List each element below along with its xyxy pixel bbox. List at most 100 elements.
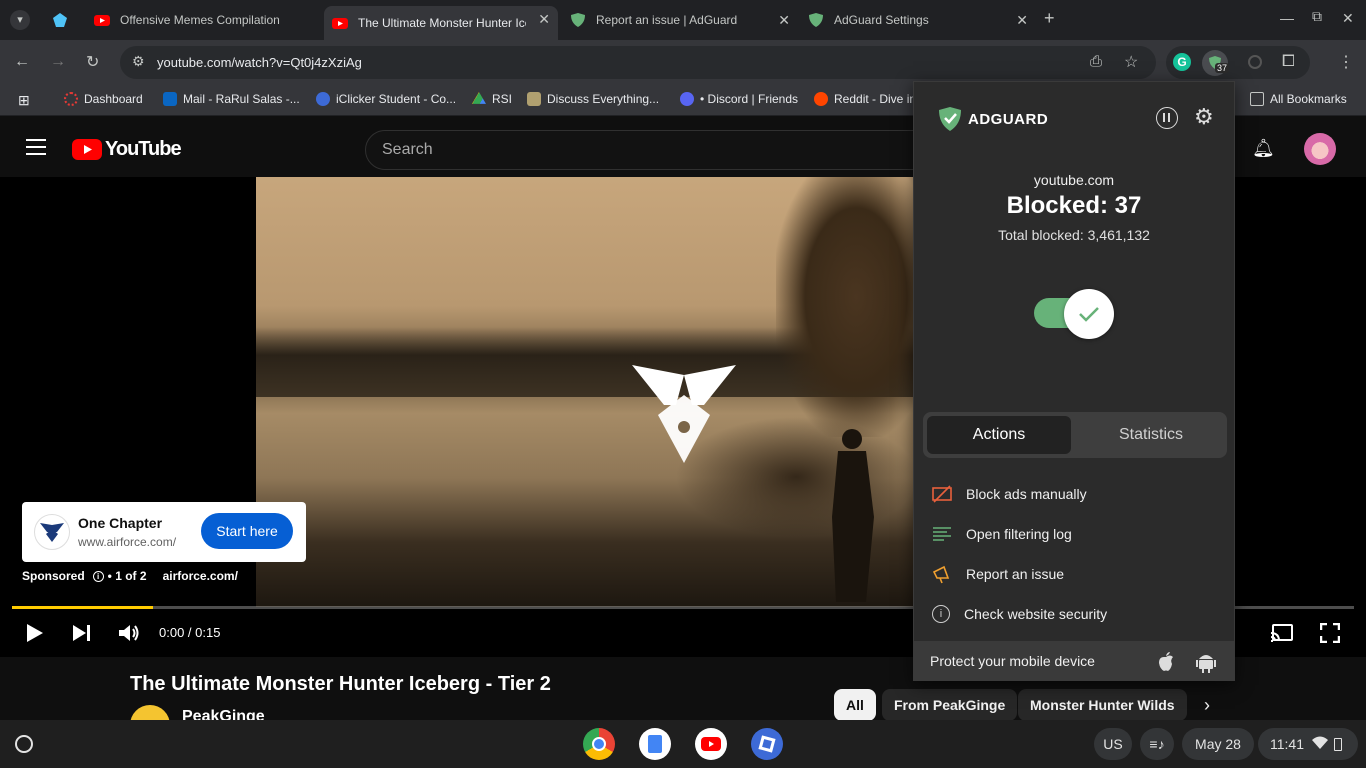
pinned-tab-icon[interactable] — [52, 12, 68, 28]
apple-icon[interactable] — [1156, 651, 1176, 678]
check-security-button[interactable]: i Check website security — [932, 602, 1107, 626]
all-bookmarks[interactable]: All Bookmarks — [1250, 92, 1347, 106]
person-silhouette — [832, 429, 874, 602]
date-pill[interactable]: May 28 — [1182, 728, 1254, 760]
bookmark-iclicker[interactable]: iClicker Student - Co... — [316, 92, 456, 106]
chrome-menu-icon[interactable]: ⋮ — [1338, 52, 1354, 72]
filtering-log-icon — [932, 524, 952, 544]
apps-grid-icon[interactable]: ⊞ — [18, 92, 30, 109]
input-method-pill[interactable]: US — [1094, 728, 1132, 760]
tab-title: The Ultimate Monster Hunter Iceberg — [358, 16, 526, 30]
minimize-icon[interactable]: — — [1280, 10, 1294, 26]
tab-report-issue[interactable]: Report an issue | AdGuard ✕ — [562, 6, 798, 34]
blocked-badge: 37 — [1215, 63, 1230, 73]
folder-icon — [1250, 92, 1264, 106]
youtube-logo[interactable]: YouTube — [72, 138, 182, 161]
chrome-app-icon[interactable] — [583, 728, 615, 760]
ad-url: www.airforce.com/ — [78, 535, 177, 549]
tab-strip: ▾ Offensive Memes Compilation The Ultima… — [0, 0, 1366, 40]
start-here-button[interactable]: Start here — [201, 513, 293, 549]
settings-gear-icon[interactable]: ⚙ — [1194, 104, 1214, 130]
ad-info-icon[interactable]: i — [92, 570, 104, 582]
reload-icon[interactable]: ↻ — [86, 52, 99, 72]
system-shelf: US ≡♪ May 28 11:41 — [0, 720, 1366, 768]
tab-offensive-memes[interactable]: Offensive Memes Compilation — [86, 6, 322, 34]
bookmark-reddit[interactable]: Reddit - Dive in — [814, 92, 916, 106]
tab-monster-hunter[interactable]: The Ultimate Monster Hunter Iceberg ✕ — [324, 6, 558, 40]
megaphone-icon — [932, 564, 952, 584]
chevron-right-icon[interactable]: › — [1204, 695, 1210, 716]
bookmark-star-icon[interactable]: ☆ — [1124, 52, 1138, 72]
tab-search-icon[interactable]: ▾ — [10, 10, 30, 30]
ad-domain-link[interactable]: airforce.com/ — [163, 569, 238, 583]
notifications-bell-icon[interactable]: 🔔︎ — [1252, 138, 1275, 159]
volume-icon[interactable] — [118, 623, 140, 648]
launcher-icon[interactable] — [15, 735, 33, 753]
close-tab-icon[interactable]: ✕ — [538, 11, 550, 28]
search-input[interactable]: Search — [365, 130, 925, 170]
address-bar[interactable]: ⚙ youtube.com/watch?v=Qt0j4zXziAg ⎙ ☆ — [120, 46, 1156, 79]
bookmark-dashboard[interactable]: Dashboard — [64, 92, 143, 106]
tree-silhouette — [776, 177, 916, 437]
close-window-icon[interactable]: ✕ — [1342, 10, 1354, 27]
chip-all[interactable]: All — [834, 689, 876, 721]
bookmark-mail[interactable]: Mail - RaRul Salas -... — [163, 92, 300, 106]
hamburger-menu-icon[interactable] — [26, 139, 46, 155]
bookmark-discord[interactable]: • Discord | Friends — [680, 92, 798, 106]
tab-title: AdGuard Settings — [834, 13, 929, 27]
tab-adguard-settings[interactable]: AdGuard Settings ✕ — [800, 6, 1036, 34]
docs-app-icon[interactable] — [639, 728, 671, 760]
forward-icon[interactable]: → — [50, 53, 66, 71]
android-icon[interactable] — [1196, 651, 1216, 678]
ad-card[interactable]: One Chapter www.airforce.com/ Start here — [22, 502, 306, 562]
youtube-favicon-icon — [94, 12, 110, 28]
chip-from-peakginge[interactable]: From PeakGinge — [882, 689, 1018, 721]
open-filtering-log-button[interactable]: Open filtering log — [932, 522, 1072, 546]
media-controls-pill[interactable]: ≡♪ — [1140, 728, 1174, 760]
maximize-icon[interactable]: ⧉ — [1312, 8, 1322, 25]
tab-title: Offensive Memes Compilation — [120, 13, 280, 27]
adguard-tabs: Actions Statistics — [923, 412, 1227, 458]
wifi-icon — [1312, 736, 1328, 752]
total-blocked: Total blocked: 3,461,132 — [998, 227, 1150, 243]
play-icon[interactable] — [26, 623, 44, 648]
youtube-favicon-icon — [332, 15, 348, 31]
bookmark-rsi[interactable]: RSI — [472, 92, 512, 106]
adguard-logo: ADGUARD — [938, 106, 1048, 132]
report-issue-button[interactable]: Report an issue — [932, 562, 1064, 586]
forum-icon — [527, 92, 541, 106]
close-tab-icon[interactable]: ✕ — [1016, 12, 1028, 29]
site-info-icon[interactable]: ⚙ — [132, 53, 145, 70]
extension-placeholder-icon[interactable] — [1248, 55, 1262, 69]
dashboard-icon — [64, 92, 78, 106]
status-tray[interactable]: 11:41 — [1258, 728, 1358, 760]
tab-statistics[interactable]: Statistics — [1079, 416, 1223, 454]
pause-icon[interactable] — [1156, 107, 1178, 129]
block-ads-manually-button[interactable]: Block ads manually — [932, 482, 1087, 506]
back-icon[interactable]: ← — [14, 53, 30, 71]
bookmark-discuss[interactable]: Discuss Everything... — [527, 92, 659, 106]
extensions-puzzle-icon[interactable]: ⧠ — [1282, 53, 1295, 71]
next-icon[interactable] — [72, 624, 92, 647]
video-frame[interactable] — [256, 177, 916, 607]
ad-sponsored-row: Sponsored i • 1 of 2 airforce.com/ — [22, 569, 238, 583]
avatar[interactable] — [1304, 133, 1336, 165]
block-ads-icon — [932, 484, 952, 504]
protect-mobile-banner[interactable]: Protect your mobile device — [914, 641, 1234, 681]
grammarly-icon[interactable]: G — [1173, 53, 1191, 71]
playlist-icon: ≡♪ — [1149, 736, 1165, 752]
google-drive-icon — [472, 92, 486, 104]
fullscreen-icon[interactable] — [1319, 622, 1341, 648]
install-app-icon[interactable]: ⎙ — [1090, 53, 1102, 70]
protection-toggle[interactable] — [1034, 289, 1114, 339]
youtube-logo-icon — [72, 139, 102, 160]
chip-monster-hunter-wilds[interactable]: Monster Hunter Wilds — [1018, 689, 1187, 721]
adguard-extension-icon[interactable]: 37 — [1202, 50, 1230, 76]
cast-icon[interactable] — [1270, 623, 1294, 648]
url-text: youtube.com/watch?v=Qt0j4zXziAg — [157, 55, 362, 70]
roblox-app-icon[interactable] — [751, 728, 783, 760]
close-tab-icon[interactable]: ✕ — [778, 12, 790, 29]
new-tab-icon[interactable]: + — [1044, 8, 1055, 29]
youtube-app-icon[interactable] — [695, 728, 727, 760]
tab-actions[interactable]: Actions — [927, 416, 1071, 454]
